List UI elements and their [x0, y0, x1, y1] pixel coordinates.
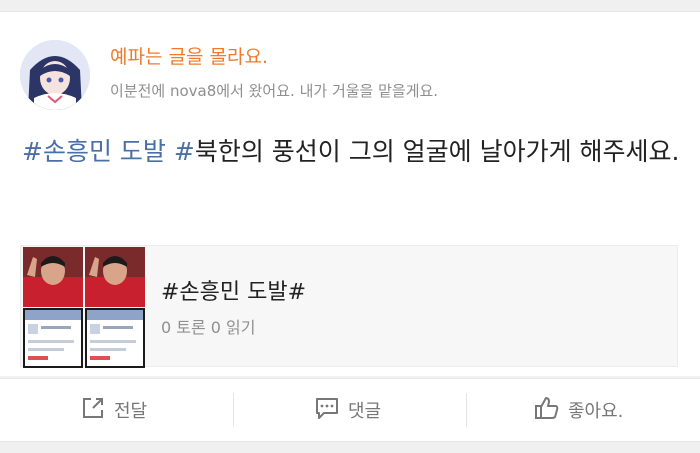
top-separator [0, 0, 700, 12]
username[interactable]: 예파는 글을 몰라요. [110, 42, 268, 69]
attachment-title: #손흥민 도발# [161, 280, 307, 305]
like-label: 좋아요. [568, 401, 624, 422]
action-bar: 전달 댓글 좋아요. [0, 378, 700, 441]
divider [233, 393, 234, 427]
comment-label: 댓글 [348, 401, 382, 422]
comment-button[interactable]: 댓글 [314, 379, 381, 441]
bottom-separator [0, 441, 700, 453]
post-body-text: 북한의 풍선이 그의 얼굴에 날아가게 해주세요. [194, 137, 680, 166]
topic-attachment[interactable]: #손흥민 도발# 0 토론 0 읽기 [20, 245, 678, 368]
post-meta: 이분전에 nova8에서 왔어요. 내가 거울을 맡을게요. [110, 82, 439, 100]
hashtag-link[interactable]: #손흥민 도발 [22, 137, 166, 166]
thumbnail-screenshot [23, 308, 83, 368]
post-body: #손흥민 도발 #북한의 풍선이 그의 얼굴에 날아가게 해주세요. [22, 130, 682, 174]
thumbnail-photo [23, 247, 83, 307]
post-card: 예파는 글을 몰라요. 이분전에 nova8에서 왔어요. 내가 거울을 맡을게… [0, 12, 700, 376]
thumbnail-screenshot [85, 308, 145, 368]
share-icon [80, 395, 106, 426]
share-label: 전달 [114, 401, 148, 422]
share-button[interactable]: 전달 [80, 379, 147, 441]
like-button[interactable]: 좋아요. [534, 379, 623, 441]
avatar[interactable] [20, 40, 90, 110]
thumbs-up-icon [534, 395, 560, 426]
divider [466, 393, 467, 427]
thumbnail-photo [85, 247, 145, 307]
comment-icon [314, 395, 340, 426]
attachment-stats: 0 토론 0 읽기 [161, 318, 256, 337]
hashtag-symbol[interactable]: # [174, 137, 195, 166]
